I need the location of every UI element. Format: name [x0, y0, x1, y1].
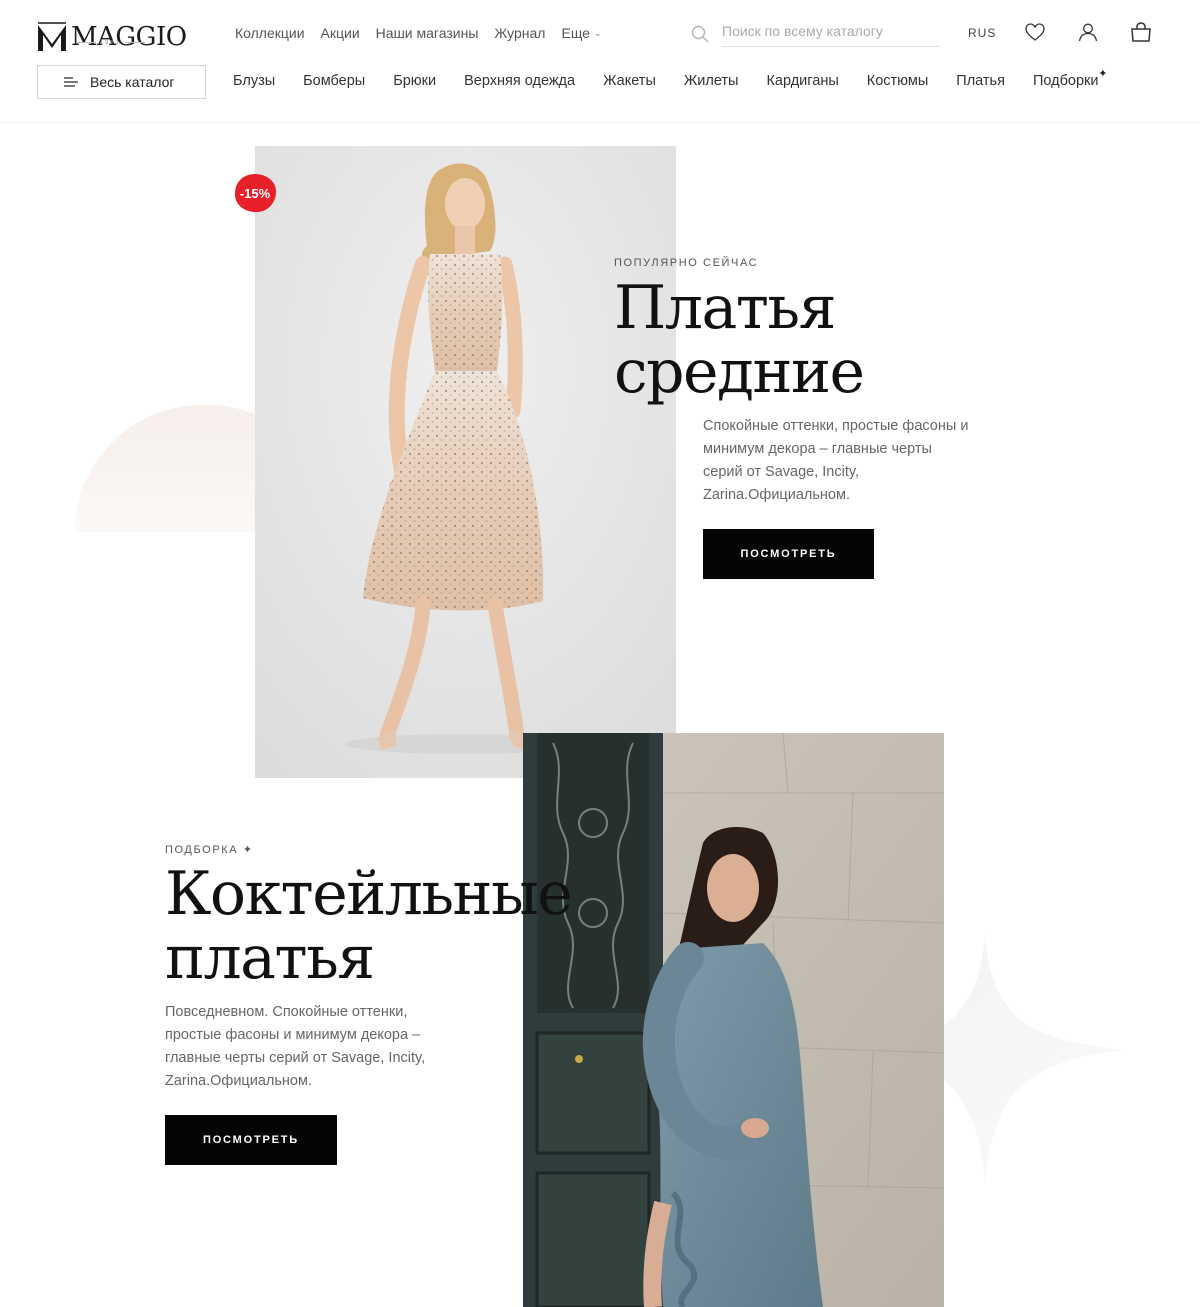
brand-name: MAGGIO — [71, 22, 187, 52]
hero2-title-line1: Коктейльные — [165, 859, 573, 929]
logo-mark-icon — [38, 22, 66, 51]
language-switcher[interactable]: RUS — [968, 26, 996, 40]
site-header: MAGGIO 1982 Коллекции Акции Наши магазин… — [0, 0, 1200, 123]
top-nav-journal[interactable]: Журнал — [494, 25, 545, 41]
top-nav-promotions[interactable]: Акции — [321, 25, 360, 41]
top-nav-more-label: Еще — [561, 25, 590, 41]
top-nav-more[interactable]: Еще ⌄ — [561, 25, 601, 41]
hero1-view-button[interactable]: ПОСМОТРЕТЬ — [703, 529, 874, 579]
hero-photo-midi-dress[interactable] — [255, 146, 676, 778]
brand-tagline: 1982 — [72, 40, 149, 46]
hero1-eyebrow: ПОПУЛЯРНО СЕЙЧАС — [614, 257, 759, 269]
hero1-description: Спокойные оттенки, простые фасоны и мини… — [703, 418, 969, 503]
search-icon[interactable] — [690, 24, 710, 44]
category-selections[interactable]: Подборки ✦ — [1032, 68, 1108, 89]
hero2-view-button[interactable]: ПОСМОТРЕТЬ — [165, 1115, 337, 1165]
search-input[interactable] — [722, 20, 940, 47]
sparkle-icon: ✦ — [1098, 68, 1108, 80]
catalog-button-label: Весь каталог — [90, 74, 175, 90]
hero1-title-line2: средние — [614, 337, 865, 407]
hero2-title: Коктейльные платья — [165, 862, 585, 990]
hero2-description: Повседневном. Спокойные оттенки, простые… — [165, 1004, 426, 1089]
catalog-button[interactable]: Весь каталог — [37, 65, 206, 99]
heart-icon[interactable] — [1023, 20, 1047, 44]
hero1-title-line1: Платья — [614, 273, 836, 343]
user-icon[interactable] — [1076, 20, 1100, 44]
shopping-bag-icon[interactable] — [1129, 20, 1153, 44]
category-nav: Блузы Бомберы Брюки Верхняя одежда Жакет… — [233, 68, 1108, 89]
search-bar — [690, 20, 940, 47]
brand-logo[interactable]: MAGGIO — [37, 16, 197, 52]
category-trousers[interactable]: Брюки — [393, 73, 436, 89]
category-outerwear[interactable]: Верхняя одежда — [464, 73, 575, 89]
top-nav-stores[interactable]: Наши магазины — [376, 25, 479, 41]
category-suits[interactable]: Костюмы — [867, 73, 929, 89]
category-selections-label: Подборки — [1032, 73, 1099, 89]
menu-icon — [64, 77, 78, 87]
category-cardigans[interactable]: Кардиганы — [766, 73, 838, 89]
top-nav-collections[interactable]: Коллекции — [235, 25, 305, 41]
top-nav: Коллекции Акции Наши магазины Журнал Еще… — [235, 25, 618, 41]
hero-photo-cocktail-dress[interactable] — [523, 733, 944, 1307]
discount-badge-text: -15% — [239, 185, 271, 201]
hero2-eyebrow: ПОДБОРКА ✦ — [165, 844, 254, 856]
category-blouses[interactable]: Блузы — [233, 73, 275, 89]
model-in-beige-dress-image — [255, 146, 676, 778]
hero1-title: Платья средние — [614, 276, 934, 404]
category-jackets[interactable]: Жакеты — [603, 73, 656, 89]
category-dresses[interactable]: Платья — [956, 73, 1005, 89]
model-in-blue-dress-image — [523, 733, 944, 1307]
category-bombers[interactable]: Бомберы — [303, 73, 365, 89]
chevron-down-icon: ⌄ — [593, 27, 602, 38]
category-vests[interactable]: Жилеты — [684, 73, 739, 89]
hero2-title-line2: платья — [165, 923, 375, 993]
